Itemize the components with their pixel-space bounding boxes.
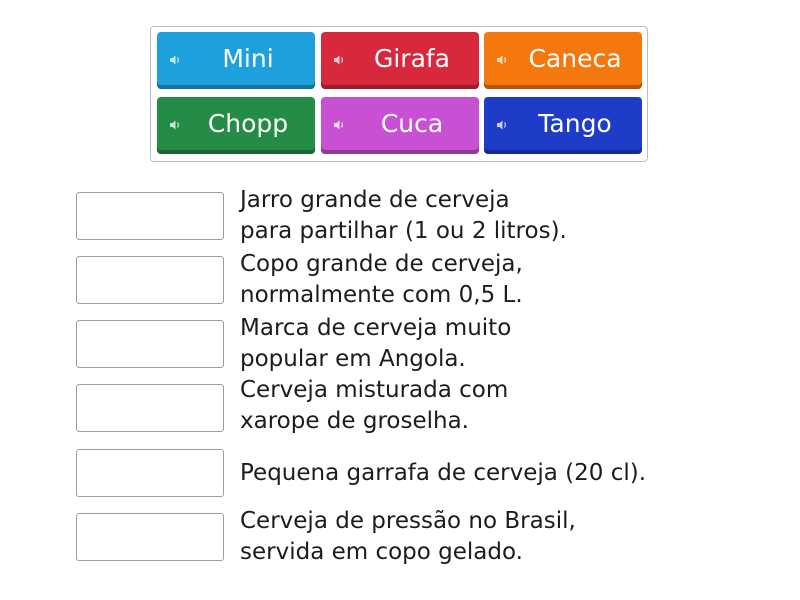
word-tile-label: Caneca bbox=[528, 44, 622, 73]
speaker-icon[interactable] bbox=[496, 119, 508, 131]
speaker-icon[interactable] bbox=[333, 54, 345, 66]
description-text: Jarro grande de cerveja para partilhar (… bbox=[240, 187, 567, 244]
word-tile-chopp[interactable]: Chopp bbox=[157, 97, 315, 154]
speaker-icon[interactable] bbox=[496, 54, 508, 66]
word-bank: Mini Girafa Caneca Chopp Cuca Tango bbox=[150, 26, 648, 162]
answer-drop-zone[interactable] bbox=[76, 192, 224, 240]
word-tile-label: Tango bbox=[538, 109, 612, 138]
word-tile-caneca[interactable]: Caneca bbox=[484, 32, 642, 89]
answer-drop-zone[interactable] bbox=[76, 449, 224, 497]
description-text: Marca de cerveja muito popular em Angola… bbox=[240, 315, 512, 372]
word-tile-mini[interactable]: Mini bbox=[157, 32, 315, 89]
word-tile-label: Chopp bbox=[207, 109, 289, 138]
word-tile-label: Girafa bbox=[373, 44, 451, 73]
answer-drop-zone[interactable] bbox=[76, 384, 224, 432]
word-tile-tango[interactable]: Tango bbox=[484, 97, 642, 154]
word-tile-label: Cuca bbox=[380, 109, 444, 138]
description-text: Cerveja de pressão no Brasil, servida em… bbox=[240, 508, 576, 565]
speaker-icon[interactable] bbox=[169, 119, 181, 131]
answer-drop-zone[interactable] bbox=[76, 320, 224, 368]
answer-drop-zone[interactable] bbox=[76, 513, 224, 561]
word-tile-cuca[interactable]: Cuca bbox=[321, 97, 479, 154]
description-text: Pequena garrafa de cerveja (20 cl). bbox=[240, 460, 647, 486]
description-text: Cerveja misturada com xarope de groselha… bbox=[240, 377, 509, 434]
matching-activity: Mini Girafa Caneca Chopp Cuca Tango Jarr… bbox=[0, 0, 800, 600]
description-text: Copo grande de cerveja, normalmente com … bbox=[240, 251, 523, 308]
word-tile-label: Mini bbox=[222, 44, 274, 73]
word-tile-girafa[interactable]: Girafa bbox=[321, 32, 479, 89]
speaker-icon[interactable] bbox=[333, 119, 345, 131]
speaker-icon[interactable] bbox=[169, 54, 181, 66]
answer-drop-zone[interactable] bbox=[76, 256, 224, 304]
